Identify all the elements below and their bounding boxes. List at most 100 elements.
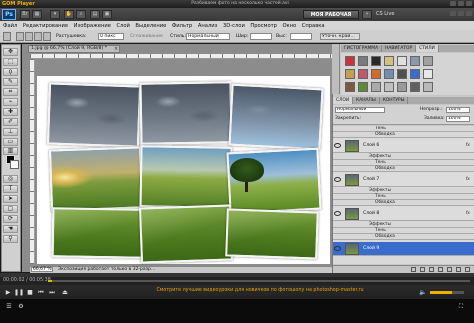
refine-edge-button[interactable]: Уточн. край... bbox=[320, 33, 360, 40]
mini-bridge-icon[interactable]: ▦ bbox=[32, 10, 42, 19]
add-style-icon[interactable] bbox=[420, 267, 425, 272]
photo-tile-mid-left[interactable] bbox=[48, 146, 144, 212]
gradient-tool-icon[interactable]: ▥ bbox=[3, 147, 18, 155]
cs-live-button[interactable]: CS Live bbox=[376, 10, 410, 19]
menu-image[interactable]: Изображение bbox=[74, 23, 111, 29]
layer-row-7[interactable]: Слой 7 fx bbox=[333, 173, 474, 187]
width-input[interactable] bbox=[250, 33, 272, 40]
menu-3d[interactable]: 3D-слои bbox=[223, 23, 245, 29]
pause-icon[interactable]: ❚❚ bbox=[14, 289, 24, 297]
previous-icon[interactable]: ⏮ bbox=[36, 289, 46, 297]
menu-view[interactable]: Просмотр bbox=[250, 23, 277, 29]
layer-effect-row[interactable]: Обводка bbox=[333, 166, 474, 172]
style-swatch[interactable] bbox=[410, 56, 420, 66]
menu-help[interactable]: Справка bbox=[302, 23, 325, 29]
tab-layers[interactable]: СЛОИ bbox=[333, 97, 354, 104]
visibility-eye-icon[interactable] bbox=[334, 143, 341, 148]
minimize-icon[interactable] bbox=[450, 1, 456, 6]
layer-row-6[interactable]: Слой 6 fx bbox=[333, 139, 474, 153]
photo-tile-bottom-left[interactable] bbox=[51, 207, 145, 259]
menu-file[interactable]: Файл bbox=[3, 23, 17, 29]
crop-tool-icon[interactable]: ⌗ bbox=[3, 88, 18, 96]
document-tab[interactable]: 1.jpg @ 66,7% (Слой 9, RGB/8) * bbox=[28, 45, 120, 53]
layer-effect-row[interactable]: Обводка bbox=[333, 200, 474, 206]
photo-tile-mid-middle[interactable] bbox=[139, 145, 233, 209]
zoom-tool-panel-icon[interactable]: ⚲ bbox=[3, 235, 18, 243]
menu-select[interactable]: Выделение bbox=[135, 23, 166, 29]
lasso-tool-icon[interactable]: ϙ bbox=[3, 68, 18, 76]
style-swatch[interactable] bbox=[423, 69, 433, 79]
style-swatch[interactable] bbox=[384, 82, 394, 92]
intersect-selection-icon[interactable] bbox=[43, 32, 51, 41]
move-tool-icon[interactable]: ✥ bbox=[3, 48, 18, 56]
layer-effect-row[interactable]: Обводка bbox=[333, 132, 474, 138]
photo-tile-bottom-middle[interactable] bbox=[139, 204, 233, 264]
new-selection-icon[interactable] bbox=[16, 32, 24, 41]
style-select[interactable]: Нормальный bbox=[186, 33, 230, 40]
tab-histogram[interactable]: ГИСТОГРАММА bbox=[341, 45, 383, 52]
menu-layer[interactable]: Слой bbox=[116, 23, 129, 29]
volume-icon[interactable]: 🔈 bbox=[418, 289, 428, 297]
style-swatch[interactable] bbox=[371, 82, 381, 92]
arrange-documents-icon[interactable]: ▤ bbox=[90, 10, 100, 19]
eraser-tool-icon[interactable]: ▭ bbox=[3, 138, 18, 146]
play-icon[interactable]: ▶ bbox=[3, 289, 13, 297]
style-swatch[interactable] bbox=[397, 56, 407, 66]
fill-input[interactable]: 100% bbox=[446, 116, 470, 122]
collapsed-panel-icons[interactable] bbox=[332, 44, 340, 94]
menu-edit[interactable]: Редактирование bbox=[23, 23, 68, 29]
style-swatch[interactable] bbox=[371, 69, 381, 79]
style-swatch[interactable] bbox=[384, 69, 394, 79]
settings-icon[interactable]: ⚙ bbox=[16, 303, 26, 311]
visibility-eye-icon[interactable] bbox=[334, 246, 341, 251]
3d-rotate-tool-icon[interactable]: ⟳ bbox=[3, 215, 18, 223]
eyedropper-tool-icon[interactable]: ⌁ bbox=[3, 98, 18, 106]
layer-row-8[interactable]: Слой 8 fx bbox=[333, 207, 474, 221]
style-swatch[interactable] bbox=[358, 56, 368, 66]
tab-navigator[interactable]: НАВИГАТОР bbox=[382, 45, 417, 52]
opacity-input[interactable]: 100% bbox=[446, 107, 470, 113]
new-layer-icon[interactable] bbox=[456, 267, 461, 272]
tab-styles[interactable]: СТИЛИ bbox=[416, 45, 439, 52]
type-tool-icon[interactable]: T bbox=[3, 185, 18, 193]
photo-tile-bottom-right[interactable] bbox=[225, 208, 319, 260]
background-color-swatch[interactable] bbox=[10, 160, 19, 169]
fx-icon[interactable]: fx bbox=[466, 207, 470, 221]
style-swatch[interactable] bbox=[371, 56, 381, 66]
photo-tile-top-right[interactable] bbox=[228, 83, 324, 151]
quick-selection-tool-icon[interactable]: ✎ bbox=[3, 78, 18, 86]
open-file-icon[interactable]: ⏏ bbox=[60, 289, 70, 297]
marquee-tool-icon[interactable]: ⬚ bbox=[3, 58, 18, 66]
menu-analysis[interactable]: Анализ bbox=[198, 23, 218, 29]
feather-input[interactable]: 0 пикс bbox=[98, 33, 124, 40]
workspace-switcher[interactable]: МОЯ РАБОЧАЯ СРЕДА bbox=[303, 10, 359, 27]
zoom-level-field[interactable]: 66,67 % bbox=[31, 267, 53, 272]
layer-row-9[interactable]: Слой 9 bbox=[333, 242, 474, 256]
document-tab-close-icon[interactable]: × bbox=[114, 45, 120, 53]
style-swatch[interactable] bbox=[358, 82, 368, 92]
quick-mask-icon[interactable]: ◎ bbox=[3, 175, 18, 183]
menu-window[interactable]: Окно bbox=[282, 23, 296, 29]
ps-close-icon[interactable] bbox=[466, 11, 472, 16]
subtract-selection-icon[interactable] bbox=[34, 32, 42, 41]
photo-tile-top-middle[interactable] bbox=[139, 81, 233, 145]
zoom-tool-icon[interactable]: ⌕ bbox=[76, 10, 86, 19]
tab-channels[interactable]: КАНАЛЫ bbox=[353, 97, 380, 104]
visibility-eye-icon[interactable] bbox=[334, 177, 341, 182]
ps-minimize-icon[interactable] bbox=[450, 11, 456, 16]
blend-mode-select[interactable]: Нормальный bbox=[335, 107, 385, 113]
workspace-menu-icon[interactable]: » bbox=[362, 10, 372, 19]
style-swatch[interactable] bbox=[423, 82, 433, 92]
add-mask-icon[interactable] bbox=[429, 267, 434, 272]
layer-effect-row[interactable]: Обводка bbox=[333, 234, 474, 240]
gom-seek-bar[interactable] bbox=[48, 280, 470, 282]
shape-tool-icon[interactable]: ▢ bbox=[3, 205, 18, 213]
style-swatch[interactable] bbox=[345, 82, 355, 92]
close-icon[interactable] bbox=[466, 1, 472, 6]
style-swatch[interactable] bbox=[358, 69, 368, 79]
style-swatch[interactable] bbox=[410, 69, 420, 79]
add-selection-icon[interactable] bbox=[25, 32, 33, 41]
tab-paths[interactable]: КОНТУРЫ bbox=[380, 97, 409, 104]
style-swatch[interactable] bbox=[397, 82, 407, 92]
gom-logo[interactable]: GOM Player bbox=[2, 0, 35, 8]
